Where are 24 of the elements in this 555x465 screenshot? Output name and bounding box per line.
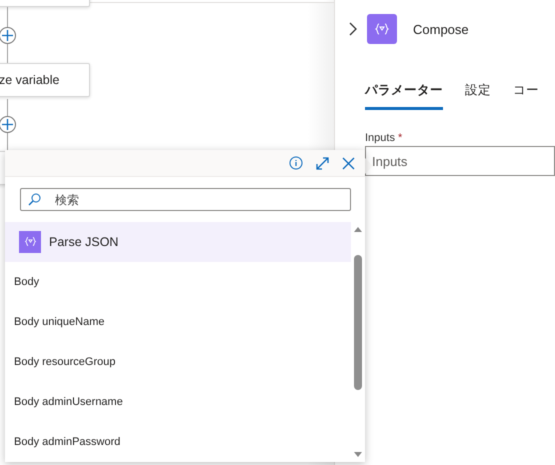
chevron-right-icon[interactable]	[349, 22, 357, 36]
expand-icon[interactable]	[315, 156, 330, 170]
add-step-icon[interactable]	[0, 116, 16, 133]
close-icon[interactable]	[342, 156, 355, 170]
dynamic-content-item[interactable]: Body uniqueName	[5, 302, 351, 342]
scroll-down-icon[interactable]	[354, 452, 362, 458]
add-step-icon[interactable]	[0, 27, 16, 44]
tab[interactable]: コー	[513, 82, 539, 110]
curly-braces-icon	[374, 21, 390, 37]
search-field[interactable]: 検索	[20, 188, 351, 211]
dynamic-content-item[interactable]: Body	[5, 262, 351, 302]
dynamic-content-item[interactable]: Body adminPassword	[5, 422, 351, 462]
action-title: Compose	[413, 22, 469, 36]
tab[interactable]: パラメーター	[365, 82, 443, 110]
curly-braces-icon	[24, 235, 36, 248]
info-icon[interactable]	[289, 156, 303, 170]
dynamic-content-item[interactable]: Body adminUsername	[5, 382, 351, 422]
search-icon	[28, 193, 41, 206]
scroll-up-icon[interactable]	[354, 226, 362, 232]
tab[interactable]: 設定	[465, 82, 491, 110]
group-title: Parse JSON	[49, 234, 118, 249]
dynamic-content-item[interactable]: Body resourceGroup	[5, 342, 351, 382]
inputs-field[interactable]: Inputs	[365, 146, 555, 176]
field-label: Inputs *	[365, 132, 404, 144]
